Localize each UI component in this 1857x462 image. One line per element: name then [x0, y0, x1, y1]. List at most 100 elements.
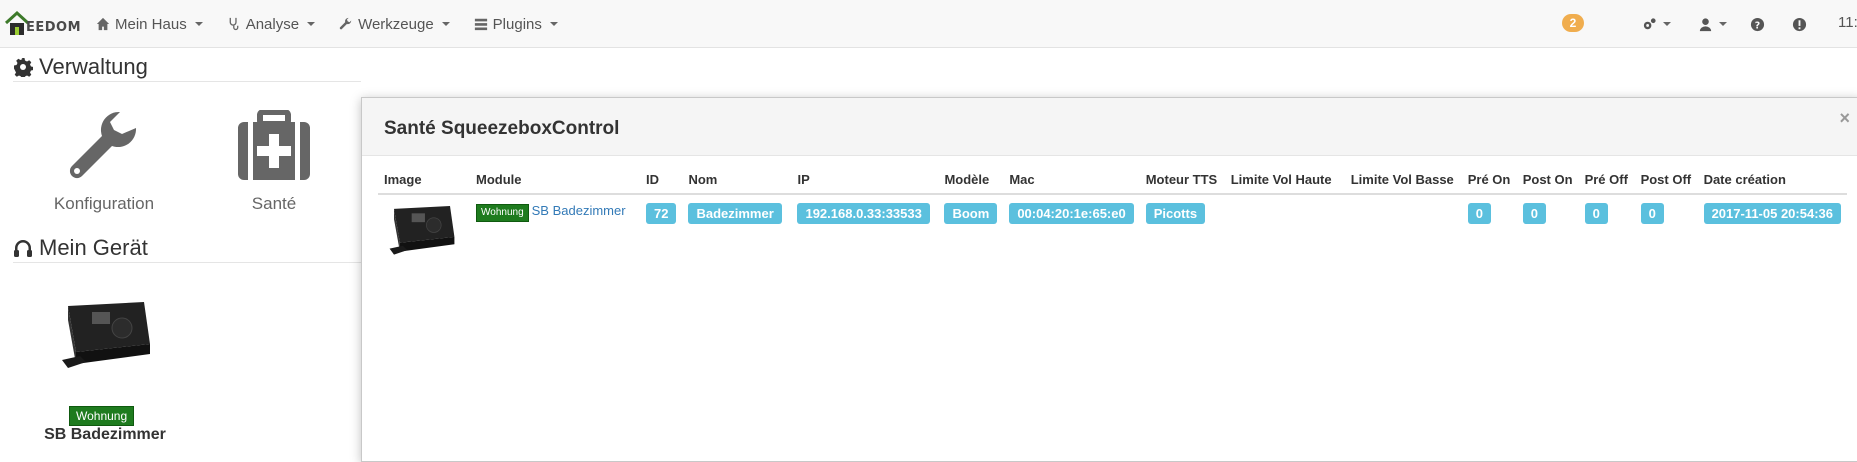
tts-cell: Picotts	[1140, 194, 1225, 270]
divider	[13, 81, 361, 82]
svg-text:?: ?	[1755, 20, 1760, 31]
date-cell: 2017-11-05 20:54:36	[1698, 194, 1847, 270]
modal-title: Santé SqueezeboxControl	[384, 118, 620, 139]
health-table: Image Module ID Nom IP Modèle Mac Moteur…	[378, 166, 1847, 270]
tts-badge: Picotts	[1145, 203, 1206, 224]
post-off-cell: 0	[1635, 194, 1698, 270]
verwaltung-title: Verwaltung	[39, 54, 148, 79]
menu-mein-haus-label: Mein Haus	[115, 15, 187, 33]
menu-plugins[interactable]: Plugins	[474, 16, 558, 33]
column-header: Modèle	[938, 166, 1004, 195]
column-header: Nom	[682, 166, 792, 195]
top-navbar: EEDOM Mein Haus Analyse Werkzeuge Plugin…	[0, 0, 1857, 48]
cog-icon	[14, 58, 33, 77]
chevron-down-icon	[194, 22, 203, 26]
chevron-down-icon	[1663, 22, 1671, 26]
wrench-icon	[339, 17, 352, 30]
column-header: Post Off	[1634, 166, 1698, 195]
column-header: Module	[470, 166, 640, 195]
health-modal: Santé SqueezeboxControl × Image Module I…	[361, 97, 1857, 462]
module-cell: Wohnung SB Badezimmer	[470, 194, 640, 270]
column-header: ID	[640, 166, 683, 195]
device-room-badge: Wohnung	[69, 406, 135, 426]
vol-haute-cell	[1225, 194, 1345, 270]
date-badge: 2017-11-05 20:54:36	[1703, 203, 1841, 224]
menu-mein-haus[interactable]: Mein Haus	[96, 16, 203, 33]
chevron-down-icon	[1719, 22, 1727, 26]
ip-badge: 192.168.0.33:33533	[797, 203, 930, 224]
user-menu[interactable]	[1698, 16, 1727, 32]
column-header: Moteur TTS	[1139, 166, 1225, 195]
module-link[interactable]: SB Badezimmer	[532, 203, 626, 218]
notification-badge[interactable]: 2	[1562, 14, 1584, 32]
pre-off-badge: 0	[1584, 203, 1608, 224]
chevron-down-icon	[307, 22, 316, 26]
clock: 11:	[1838, 14, 1857, 31]
id-cell: 72	[640, 194, 682, 270]
menu-analyse-label: Analyse	[245, 15, 300, 33]
tasks-icon	[474, 18, 487, 31]
pre-off-cell: 0	[1579, 194, 1635, 270]
column-header: Pré On	[1461, 166, 1517, 195]
chevron-down-icon	[549, 22, 558, 26]
ip-cell: 192.168.0.33:33533	[791, 194, 938, 270]
mein-geraet-title: Mein Gerät	[39, 235, 148, 260]
room-badge-label: Wohnung	[476, 204, 529, 222]
modele-badge: Boom	[944, 203, 998, 224]
squeezebox-device-image	[62, 302, 150, 368]
medkit-icon	[238, 110, 310, 180]
menu-analyse[interactable]: Analyse	[227, 15, 316, 33]
close-icon[interactable]: ×	[1839, 108, 1850, 129]
pre-on-badge: 0	[1467, 203, 1491, 224]
main-menu: Mein Haus Analyse Werkzeuge Plugins	[96, 0, 582, 48]
post-off-badge: 0	[1640, 203, 1664, 224]
image-cell	[378, 194, 470, 270]
column-header: Limite Vol Basse	[1344, 166, 1462, 195]
chevron-down-icon	[441, 22, 450, 26]
exclamation-circle-icon	[1792, 17, 1807, 31]
brand-wordmark: EEDOM	[26, 20, 82, 35]
pre-on-cell: 0	[1462, 194, 1517, 270]
headphones-icon	[14, 240, 32, 257]
modele-cell: Boom	[938, 194, 1003, 270]
settings-menu[interactable]	[1642, 16, 1671, 32]
nom-badge: Badezimmer	[688, 203, 782, 224]
id-badge: 72	[646, 203, 677, 224]
user-icon	[1699, 17, 1712, 31]
device-name: SB Badezimmer	[44, 426, 166, 443]
mac-badge: 00:04:20:1e:65:e0	[1009, 203, 1134, 224]
column-header: Image	[378, 166, 470, 195]
squeezebox-device-image	[389, 205, 455, 255]
mein-geraet-heading: Mein Gerät	[13, 235, 148, 261]
tile-konfiguration-label: Konfiguration	[53, 194, 155, 213]
stethoscope-icon	[229, 17, 239, 31]
column-header: IP	[791, 166, 939, 195]
mac-cell: 00:04:20:1e:65:e0	[1003, 194, 1139, 270]
column-header: Date création	[1697, 166, 1847, 195]
table-header-row: Image Module ID Nom IP Modèle Mac Moteur…	[378, 166, 1847, 195]
column-header: Post On	[1516, 166, 1579, 195]
menu-werkzeuge[interactable]: Werkzeuge	[339, 16, 450, 33]
tile-sante-label: Santé	[251, 194, 297, 213]
vol-basse-cell	[1345, 194, 1462, 270]
room-badge-label: Wohnung	[69, 406, 135, 426]
menu-plugins-label: Plugins	[492, 15, 542, 33]
jeedom-logo[interactable]: EEDOM	[4, 6, 81, 40]
post-on-badge: 0	[1522, 203, 1546, 224]
cogs-icon	[1643, 17, 1656, 29]
column-header: Limite Vol Haute	[1224, 166, 1345, 195]
help-button[interactable]: ?	[1750, 16, 1765, 32]
home-icon	[96, 17, 110, 31]
menu-werkzeuge-label: Werkzeuge	[358, 15, 434, 33]
wrench-icon	[69, 111, 137, 179]
divider	[13, 262, 361, 263]
alert-button[interactable]	[1792, 16, 1807, 32]
table-row: Wohnung SB Badezimmer 72 Badezimmer 192.1…	[378, 194, 1847, 270]
column-header: Mac	[1003, 166, 1140, 195]
column-header: Pré Off	[1578, 166, 1635, 195]
verwaltung-heading: Verwaltung	[13, 54, 148, 80]
nom-cell: Badezimmer	[682, 194, 791, 270]
modal-header: Santé SqueezeboxControl ×	[362, 98, 1857, 156]
post-on-cell: 0	[1517, 194, 1579, 270]
question-circle-icon: ?	[1750, 17, 1765, 31]
